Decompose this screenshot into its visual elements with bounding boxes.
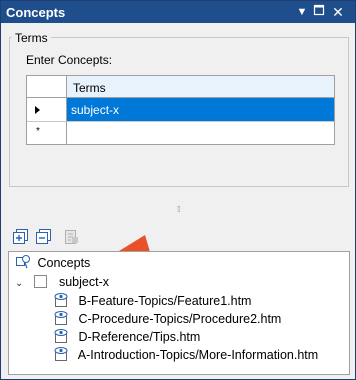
topic-item[interactable]: D-Reference/Tips.htm	[53, 328, 200, 346]
term-cell-new[interactable]	[67, 122, 334, 144]
tree-root-label: Concepts	[37, 256, 91, 270]
topic-label: B-Feature-Topics/Feature1.htm	[78, 294, 252, 308]
term-cell-selected[interactable]: subject-x	[67, 98, 334, 122]
new-row-icon: *	[36, 126, 40, 137]
expand-all-icon[interactable]	[13, 229, 29, 245]
title-bar: Concepts ▼ ✕	[1, 1, 355, 23]
concepts-tree: Concepts ⌄ subject-x B-Feature-Topics/Fe…	[8, 251, 350, 375]
close-icon[interactable]: ✕	[330, 4, 346, 20]
term-cell-value: subject-x	[71, 103, 120, 117]
maximize-icon[interactable]	[311, 4, 327, 20]
topic-label: C-Procedure-Topics/Procedure2.htm	[78, 312, 282, 326]
window-title: Concepts	[6, 5, 66, 20]
collapse-all-icon[interactable]	[36, 229, 52, 245]
grid-corner	[27, 76, 67, 98]
terms-group-label: Terms	[12, 31, 51, 45]
terms-grid: Terms subject-x *	[26, 75, 335, 145]
concept-label: subject-x	[58, 275, 109, 289]
terms-column-header[interactable]: Terms	[67, 76, 334, 98]
row-header-current[interactable]	[27, 98, 67, 122]
tree-root[interactable]: Concepts	[15, 254, 90, 272]
topic-eye-icon	[53, 346, 69, 367]
topic-item[interactable]: C-Procedure-Topics/Procedure2.htm	[53, 310, 281, 328]
concepts-root-icon	[15, 254, 31, 275]
enter-concepts-label: Enter Concepts:	[26, 53, 113, 67]
splitter-handle[interactable]: ⁞⁞	[177, 205, 181, 214]
concepts-window: Concepts ▼ ✕ Terms Enter Concepts: Terms…	[0, 0, 356, 380]
current-row-icon	[35, 106, 40, 114]
toolbar	[1, 225, 355, 249]
insert-topic-icon[interactable]	[63, 229, 79, 245]
concept-node[interactable]: ⌄ subject-x	[15, 273, 111, 291]
chevron-down-icon[interactable]: ⌄	[15, 275, 27, 293]
row-header-new[interactable]: *	[27, 122, 67, 144]
topic-label: A-Introduction-Topics/More-Information.h…	[77, 348, 319, 362]
topic-item[interactable]: A-Introduction-Topics/More-Information.h…	[53, 346, 318, 364]
terms-column-header-label: Terms	[73, 81, 106, 95]
topic-item[interactable]: B-Feature-Topics/Feature1.htm	[53, 292, 251, 310]
dropdown-icon[interactable]: ▼	[294, 4, 310, 20]
topic-label: D-Reference/Tips.htm	[78, 330, 201, 344]
concept-checkbox[interactable]	[34, 275, 48, 288]
